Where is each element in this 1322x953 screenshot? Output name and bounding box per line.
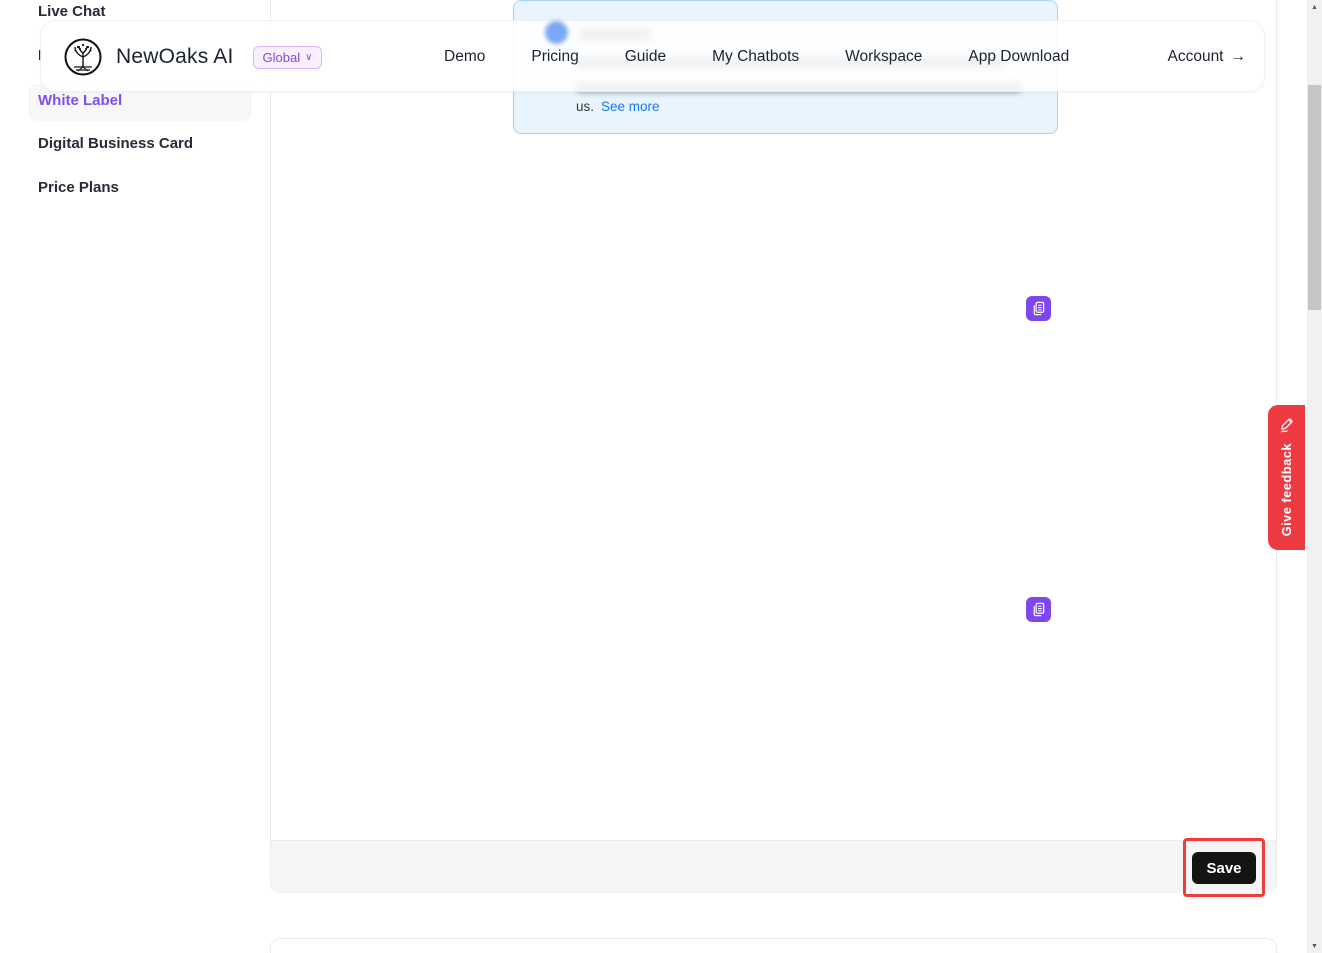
scrollbar-thumb[interactable] [1308,85,1321,310]
card-footer [271,840,1276,893]
nav-item-pricing[interactable]: Pricing [531,48,578,66]
arrow-right-icon: → [1231,48,1247,66]
page: Live Chat I White Label Digital Business… [0,0,1322,953]
next-section-card [270,938,1277,953]
sidebar-item-digital-business-card[interactable]: Digital Business Card [38,135,193,152]
nav-item-app-download[interactable]: App Download [968,48,1069,66]
scroll-down-arrow[interactable]: ▼ [1307,939,1322,953]
sidebar-item-live-chat[interactable]: Live Chat [38,3,106,20]
chevron-down-icon: ∨ [305,52,312,63]
nav-menu: Demo Pricing Guide My Chatbots Workspace… [444,21,1069,93]
copy-response-button[interactable] [1026,597,1051,622]
nav-item-my-chatbots[interactable]: My Chatbots [712,48,799,66]
brand-group: NewOaks AI Global ∨ [63,37,322,77]
reminder-text: us. [576,99,594,114]
nav-item-guide[interactable]: Guide [625,48,666,66]
region-label: Global [263,50,301,65]
sidebar-item-price-plans[interactable]: Price Plans [38,179,119,196]
feedback-label: Give feedback [1279,443,1294,536]
copy-icon [1031,301,1046,316]
see-more-link[interactable]: See more [601,99,660,114]
give-feedback-tab[interactable]: Give feedback [1268,405,1305,550]
scroll-up-arrow[interactable]: ▲ [1307,0,1322,14]
sidebar-item-white-label[interactable]: White Label [38,92,122,109]
sidebar: Live Chat I White Label Digital Business… [0,0,270,953]
newoaks-logo-icon [63,37,103,77]
copy-icon [1031,602,1046,617]
pencil-icon [1278,416,1295,433]
region-selector[interactable]: Global ∨ [253,46,323,69]
top-navbar: NewOaks AI Global ∨ Demo Pricing Guide M… [40,20,1265,92]
reminder-info-icon [545,21,568,44]
nav-item-demo[interactable]: Demo [444,48,485,66]
brand-name[interactable]: NewOaks AI [116,45,234,69]
nav-item-workspace[interactable]: Workspace [845,48,922,66]
account-label: Account [1167,48,1223,66]
page-scrollbar[interactable]: ▲ ▼ [1307,0,1322,953]
copy-parameters-button[interactable] [1026,296,1051,321]
save-button[interactable]: Save [1192,852,1256,884]
account-link[interactable]: Account → [1167,21,1246,93]
